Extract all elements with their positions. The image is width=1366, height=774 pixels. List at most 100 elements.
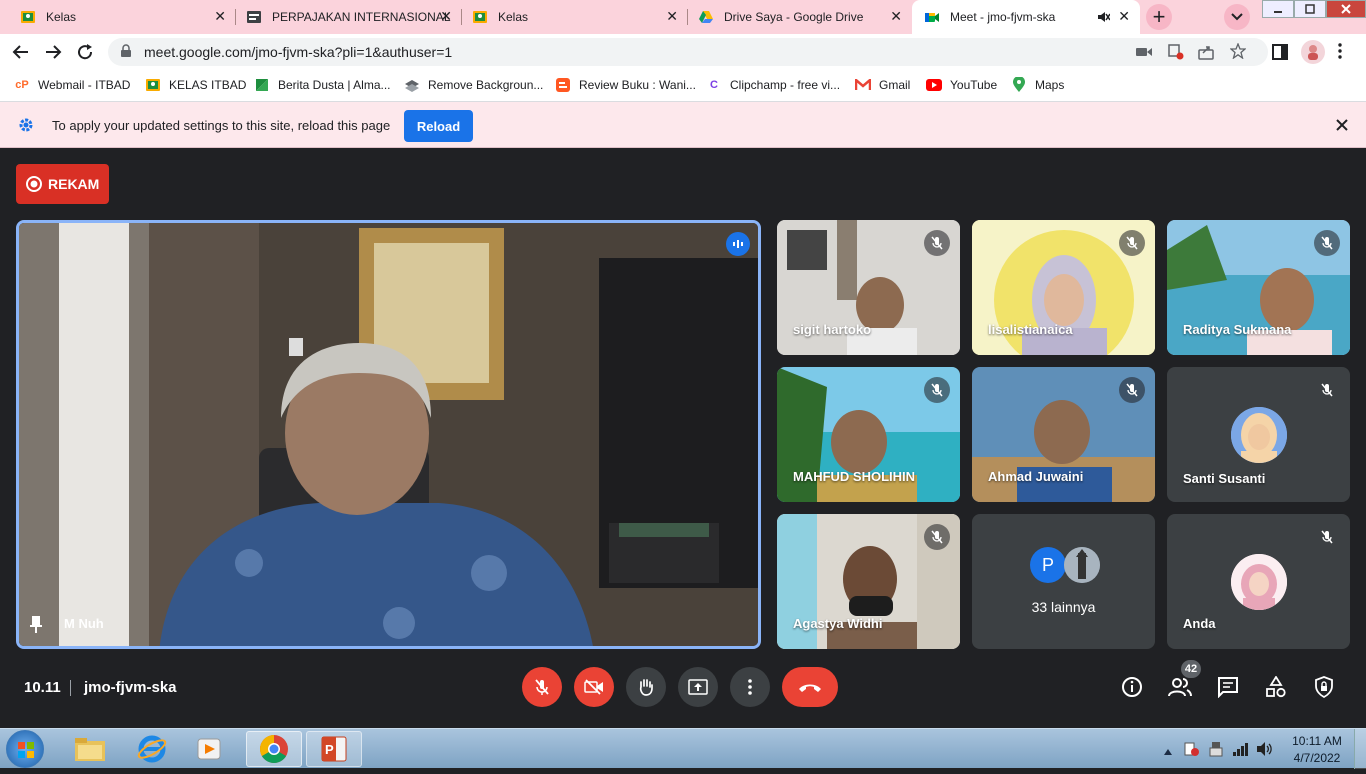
pin-icon[interactable] (29, 615, 43, 638)
bookmark-label: Webmail - ITBAD (38, 78, 131, 92)
bookmark-item[interactable]: C Clipchamp - free vi... (706, 77, 840, 93)
mic-off-icon (924, 524, 950, 550)
participant-tile[interactable]: Ahmad Juwaini (972, 367, 1155, 502)
avatar: P (1030, 547, 1066, 583)
present-screen-button[interactable] (678, 667, 718, 707)
avatar (1231, 554, 1287, 610)
show-desktop-button[interactable] (1354, 729, 1366, 769)
side-panel-icon[interactable] (1272, 44, 1288, 65)
minimize-button[interactable] (1262, 0, 1294, 18)
tab-search-button[interactable] (1224, 4, 1250, 30)
raise-hand-button[interactable] (626, 667, 666, 707)
bookmark-item[interactable]: KELAS ITBAD (145, 77, 246, 93)
participant-tile[interactable]: lisalistianaica (972, 220, 1155, 355)
powerpoint-taskbar-item[interactable]: P (306, 731, 362, 767)
record-icon (26, 176, 42, 192)
browser-tab[interactable]: Kelas ✕ (462, 0, 688, 34)
record-indicator[interactable]: REKAM (16, 164, 109, 204)
leave-call-button[interactable] (782, 667, 838, 707)
taskbar-date[interactable]: 4/7/2022 (1286, 751, 1348, 765)
camera-icon[interactable] (1136, 45, 1152, 62)
host-controls-button[interactable] (1309, 672, 1339, 702)
meet-icon (924, 9, 940, 25)
close-icon[interactable] (1336, 118, 1348, 136)
bookmark-item[interactable]: YouTube (926, 77, 997, 93)
camera-toggle-button[interactable] (574, 667, 614, 707)
new-tab-button[interactable]: + (1146, 4, 1172, 30)
browser-tab-active[interactable]: Meet - jmo-fjvm-ska ✕ (912, 0, 1140, 34)
blogger-icon (555, 77, 571, 93)
close-icon[interactable]: ✕ (214, 9, 226, 23)
classroom-icon (145, 77, 161, 93)
close-icon[interactable]: ✕ (666, 9, 678, 23)
doc-icon (246, 9, 262, 25)
mic-off-icon (1314, 524, 1340, 550)
more-options-button[interactable] (730, 667, 770, 707)
close-icon[interactable]: ✕ (440, 9, 452, 23)
participant-tile[interactable]: Santi Susanti (1167, 367, 1350, 502)
action-center-icon[interactable] (1184, 741, 1200, 762)
participant-name: Ahmad Juwaini (988, 469, 1084, 484)
media-player-taskbar-item[interactable] (182, 731, 238, 767)
participant-name: MAHFUD SHOLIHIN (793, 469, 916, 484)
usb-icon[interactable] (1208, 741, 1224, 762)
folder-icon (75, 738, 105, 761)
bookmark-item[interactable]: Review Buku : Wani... (555, 77, 696, 93)
chrome-taskbar-item[interactable] (246, 731, 302, 767)
back-button[interactable] (12, 44, 30, 65)
volume-icon[interactable] (1256, 741, 1274, 762)
browser-tab[interactable]: Drive Saya - Google Drive ✕ (688, 0, 912, 34)
participant-tile[interactable]: MAHFUD SHOLIHIN (777, 367, 960, 502)
main-speaker-video[interactable]: M Nuh (16, 220, 761, 649)
tab-title: PERPAJAKAN INTERNASIONAL (272, 10, 451, 24)
profile-avatar[interactable] (1301, 40, 1325, 64)
close-icon[interactable]: ✕ (890, 9, 902, 23)
participant-tile-self[interactable]: Anda (1167, 514, 1350, 649)
share-icon[interactable] (1198, 44, 1214, 63)
more-participants-tile[interactable]: P 33 lainnya (972, 514, 1155, 649)
participant-tile[interactable]: sigit hartoko (777, 220, 960, 355)
settings-infobar: To apply your updated settings to this s… (0, 102, 1366, 148)
bookmark-label: Maps (1035, 78, 1065, 92)
address-bar[interactable]: meet.google.com/jmo-fjvm-ska?pli=1&authu… (108, 38, 1268, 66)
meeting-details-button[interactable] (1117, 672, 1147, 702)
bookmark-item[interactable]: Maps (1011, 77, 1064, 93)
browser-tab[interactable]: Kelas ✕ (0, 0, 236, 34)
meeting-code: jmo-fjvm-ska (84, 679, 177, 696)
tab-muted-icon[interactable] (1096, 10, 1111, 27)
mic-toggle-button[interactable] (522, 667, 562, 707)
chat-button[interactable] (1213, 672, 1243, 702)
network-icon[interactable] (1232, 741, 1248, 762)
reload-icon[interactable] (76, 43, 94, 66)
reload-button[interactable]: Reload (404, 110, 473, 142)
participant-tile[interactable]: Raditya Sukmana (1167, 220, 1350, 355)
avatar (1231, 407, 1287, 463)
activities-icon (1266, 676, 1286, 698)
more-vert-icon (748, 679, 752, 695)
forward-button[interactable] (44, 44, 62, 65)
bookmark-label: Gmail (879, 78, 911, 92)
close-window-button[interactable] (1326, 0, 1366, 18)
blocked-popup-icon[interactable] (1168, 44, 1184, 63)
tray-expand-icon[interactable] (1163, 743, 1173, 761)
bookmark-item[interactable]: Gmail (855, 77, 910, 93)
bookmark-star-icon[interactable] (1229, 42, 1247, 62)
taskbar-time[interactable]: 10:11 AM (1286, 734, 1348, 748)
bookmark-label: Clipchamp - free vi... (730, 78, 841, 92)
ie-taskbar-item[interactable] (124, 731, 180, 767)
participant-tile[interactable]: Agastya Widhi (777, 514, 960, 649)
bookmark-item[interactable]: Remove Backgroun... (404, 77, 543, 93)
clipchamp-icon: C (710, 79, 718, 91)
browser-tab[interactable]: PERPAJAKAN INTERNASIONAL ✕ (236, 0, 462, 34)
lock-icon[interactable] (120, 43, 132, 61)
menu-kebab-icon[interactable] (1338, 43, 1342, 64)
activities-button[interactable] (1261, 672, 1291, 702)
explorer-taskbar-item[interactable] (62, 731, 118, 767)
bookmark-item[interactable]: cP Webmail - ITBAD (14, 77, 130, 93)
close-icon[interactable]: ✕ (1118, 9, 1130, 23)
bookmark-item[interactable]: Berita Dusta | Alma... (254, 77, 391, 93)
tab-title: Kelas (46, 10, 77, 24)
windows-logo-icon (18, 742, 34, 758)
maximize-button[interactable] (1294, 0, 1326, 18)
start-button[interactable] (6, 730, 44, 768)
